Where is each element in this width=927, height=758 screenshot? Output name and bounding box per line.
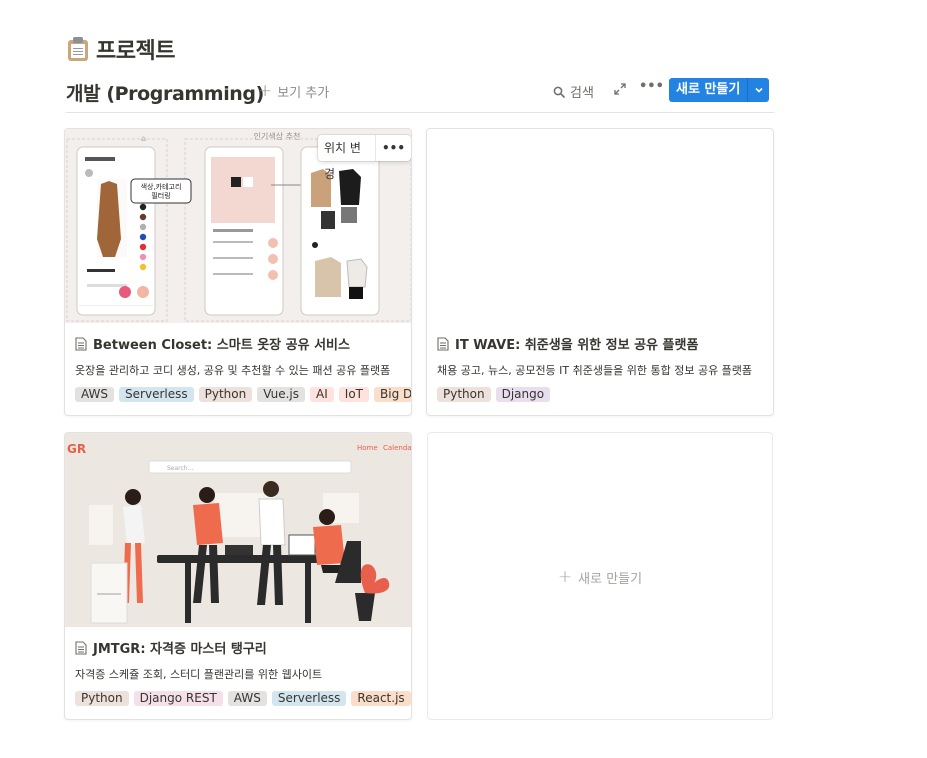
card-hover-toolbar: 위치 변경 •••: [318, 135, 411, 181]
view-toolbar: 개발 (Programming) + 보기 추가 검색 ••• 새로 만들기: [66, 78, 774, 113]
tag: Big Data: [374, 387, 411, 402]
svg-text:⌂: ⌂: [141, 134, 146, 143]
card-more-button[interactable]: •••: [376, 141, 411, 155]
page-title-text: 프로젝트: [96, 39, 175, 64]
new-button[interactable]: 새로 만들기: [669, 78, 748, 102]
tag: Django: [495, 387, 551, 402]
chevron-down-icon: [755, 87, 763, 93]
gallery-card-between-closet[interactable]: 색상,카테고리 필터링 인기색상 추천 ⌂ 위치 변경 ••• Between …: [64, 128, 412, 416]
callout-label-1: 색상,카테고리: [141, 182, 182, 191]
new-card-content: + 새로 만들기: [428, 567, 772, 588]
card-title[interactable]: JMTGR: 자격증 마스터 탱구리: [75, 638, 267, 657]
change-position-button[interactable]: 위치 변경: [318, 135, 376, 181]
tag: AI: [310, 387, 334, 402]
tag: AWS: [75, 387, 115, 402]
callout-label-2: 필터링: [151, 191, 170, 200]
tag: Python: [75, 691, 129, 706]
card-tags: Python Django: [437, 387, 551, 402]
add-view-label: 보기 추가: [277, 86, 330, 101]
card-title-text: Between Closet: 스마트 옷장 공유 서비스: [93, 338, 350, 353]
tag: Django REST: [133, 691, 223, 706]
page-icon: [75, 336, 87, 351]
tag: IoT: [338, 387, 369, 402]
tag: AWS: [227, 691, 267, 706]
card-description: 채용 공고, 뉴스, 공모전등 IT 취준생들을 위한 통합 정보 공유 플랫폼: [437, 364, 753, 377]
page-icon: [437, 336, 449, 351]
cover-logo: GR: [67, 442, 86, 456]
card-description: 자격증 스케쥴 조회, 스터디 플랜관리를 위한 웹사이트: [75, 668, 323, 681]
tag: Serverless: [119, 387, 194, 402]
cover-nav-calendar: Calendar: [383, 444, 411, 452]
tag: Vue.js: [257, 387, 306, 402]
card-title-text: JMTGR: 자격증 마스터 탱구리: [93, 642, 267, 657]
expand-icon[interactable]: [612, 81, 628, 97]
tag: React.js: [351, 691, 411, 706]
cover-section-label: 인기색상 추천: [254, 131, 301, 141]
new-card-label: 새로 만들기: [578, 572, 643, 587]
card-tags: Python Django REST AWS Serverless React.…: [75, 691, 411, 706]
search-label: 검색: [570, 86, 594, 101]
card-title[interactable]: IT WAVE: 취준생을 위한 정보 공유 플랫폼: [437, 334, 698, 353]
card-cover-image: 색상,카테고리 필터링 인기색상 추천 ⌂ 위치 변경 •••: [65, 129, 411, 323]
plus-icon: +: [258, 81, 273, 101]
more-options-button[interactable]: •••: [639, 79, 664, 94]
gallery-card-jmtgr[interactable]: GR Home Calendar Search...: [64, 432, 412, 720]
gallery-card-it-wave[interactable]: IT WAVE: 취준생을 위한 정보 공유 플랫폼 채용 공고, 뉴스, 공모…: [426, 128, 774, 416]
tag: Python: [437, 387, 491, 402]
tag: Python: [198, 387, 253, 402]
new-button-group: 새로 만들기: [669, 78, 770, 102]
search-icon: [553, 86, 565, 98]
page-title: 프로젝트: [66, 33, 175, 65]
new-card-button[interactable]: + 새로 만들기: [427, 432, 773, 720]
add-view-button[interactable]: + 보기 추가: [258, 81, 330, 102]
cover-search-placeholder: Search...: [167, 465, 193, 472]
new-dropdown-button[interactable]: [747, 78, 770, 102]
tag: Serverless: [271, 691, 347, 706]
cover-nav-home: Home: [357, 444, 378, 452]
team-illustration: GR Home Calendar Search...: [65, 433, 411, 627]
card-tags: AWS Serverless Python Vue.js AI IoT Big …: [75, 387, 411, 402]
plus-icon: +: [557, 567, 573, 587]
card-title[interactable]: Between Closet: 스마트 옷장 공유 서비스: [75, 334, 350, 353]
card-description: 옷장을 관리하고 코디 생성, 공유 및 추천할 수 있는 패션 공유 플랫폼: [75, 364, 391, 377]
card-cover-image: GR Home Calendar Search...: [65, 433, 411, 627]
page-icon: [75, 640, 87, 655]
clipboard-icon: [66, 36, 90, 62]
search-button[interactable]: 검색: [553, 82, 594, 101]
card-title-text: IT WAVE: 취준생을 위한 정보 공유 플랫폼: [455, 338, 699, 353]
view-title[interactable]: 개발 (Programming): [66, 79, 264, 106]
